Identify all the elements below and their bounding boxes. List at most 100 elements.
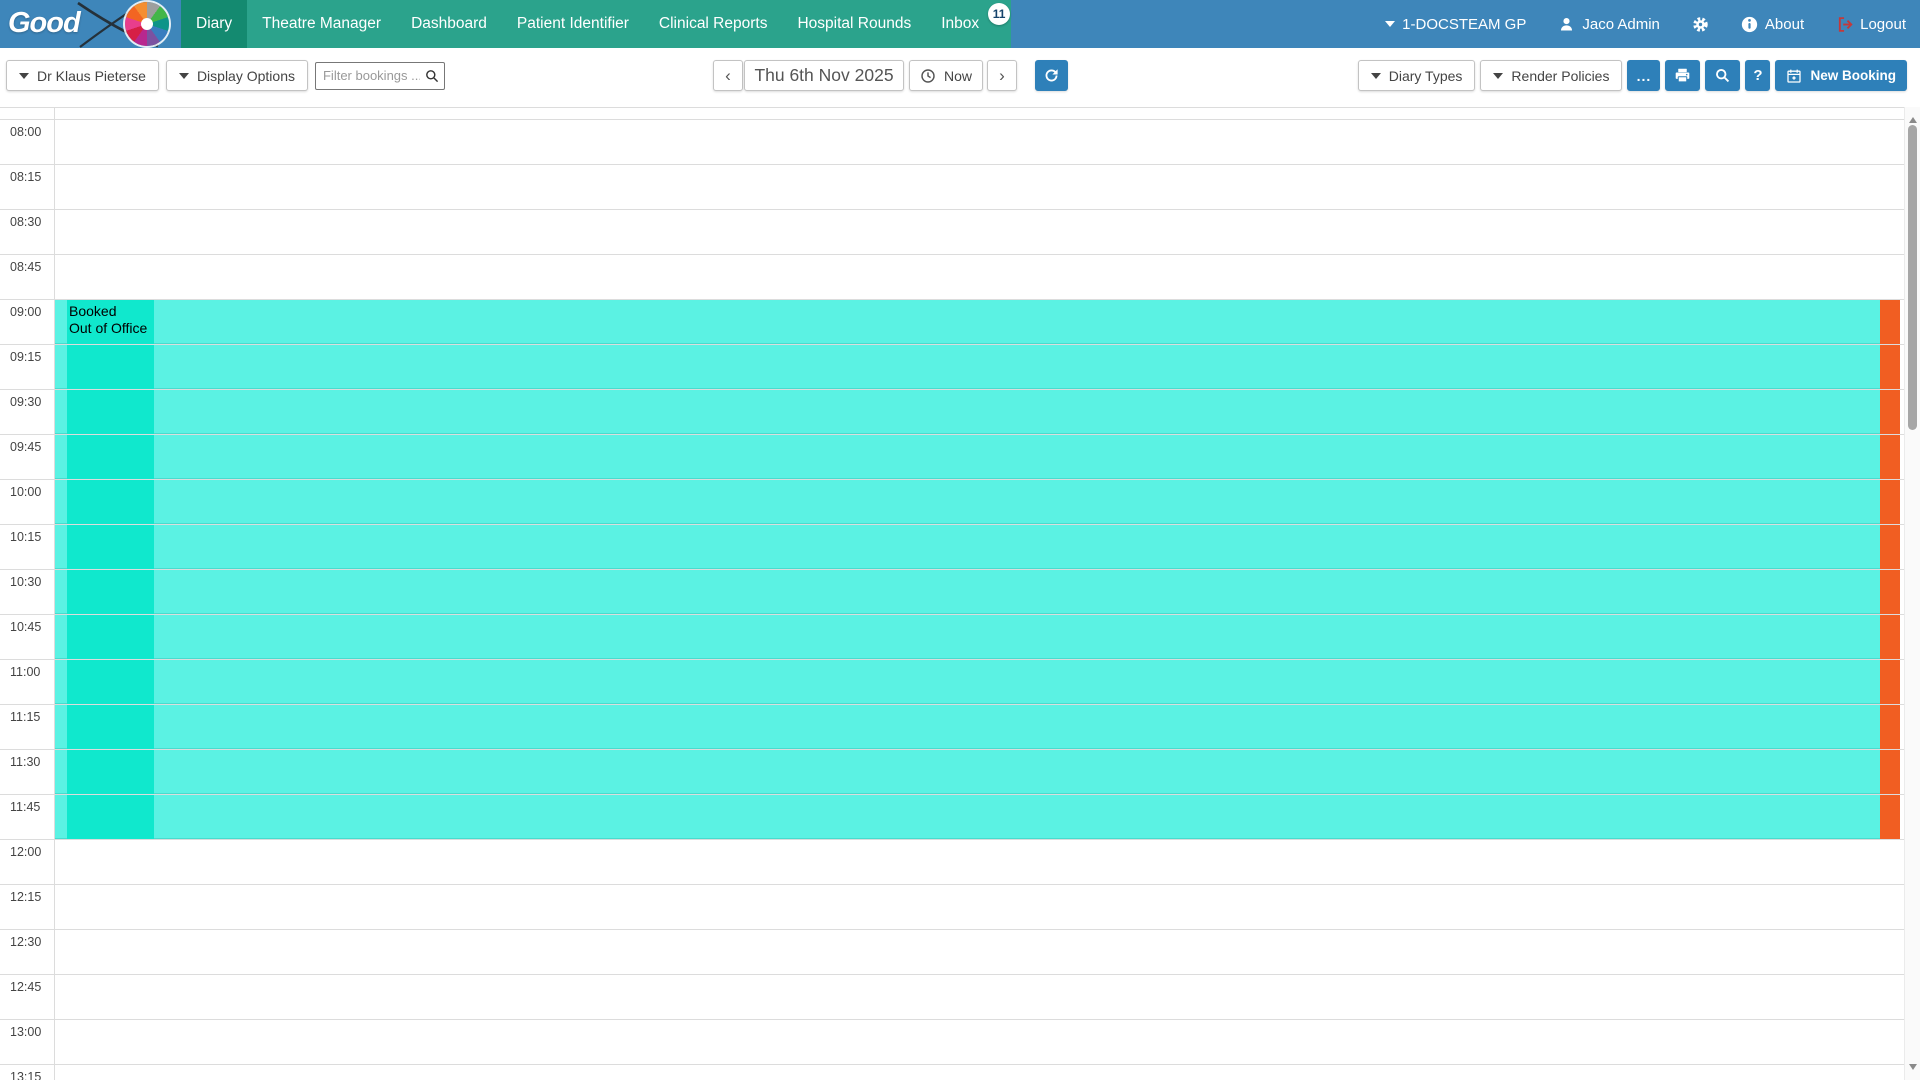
nav-item-inbox[interactable]: Inbox 11 — [926, 0, 994, 48]
printer-icon — [1674, 67, 1691, 84]
settings-button[interactable] — [1692, 16, 1709, 33]
chevron-down-icon — [179, 73, 189, 79]
gridline — [0, 299, 1904, 300]
gridline — [0, 389, 1904, 390]
user-icon — [1558, 16, 1575, 33]
chevron-down-icon — [19, 73, 29, 79]
search-button[interactable] — [1705, 60, 1740, 91]
time-label: 10:45 — [10, 620, 41, 634]
refresh-button[interactable] — [1035, 60, 1068, 91]
vertical-scrollbar[interactable] — [1904, 107, 1920, 1080]
time-label: 11:15 — [10, 710, 40, 724]
display-options-dropdown[interactable]: Display Options — [166, 60, 308, 91]
time-label: 09:45 — [10, 440, 41, 454]
new-booking-label: New Booking — [1810, 68, 1896, 83]
next-day-button[interactable]: › — [987, 60, 1017, 91]
time-label: 10:15 — [10, 530, 41, 544]
gridline — [0, 974, 1904, 975]
calendar-grid[interactable]: Booked Out of Office 08:0008:1508:3008:4… — [0, 107, 1904, 1080]
info-icon — [1741, 16, 1758, 33]
chevron-down-icon — [1493, 73, 1503, 79]
practice-selector[interactable]: 1-DOCSTEAM GP — [1385, 16, 1526, 33]
time-label: 13:15 — [10, 1070, 41, 1080]
toolbar-right-group: Diary Types Render Policies ... ? New Bo… — [1358, 60, 1907, 91]
gridline — [0, 614, 1904, 615]
calendar-plus-icon — [1786, 68, 1802, 84]
chevron-down-icon — [1385, 21, 1395, 27]
gridline — [0, 209, 1904, 210]
main-menu: Diary Theatre Manager Dashboard Patient … — [181, 0, 1011, 48]
gridline — [0, 479, 1904, 480]
search-icon — [424, 68, 440, 84]
user-menu[interactable]: Jaco Admin — [1558, 16, 1660, 33]
time-label: 09:15 — [10, 350, 41, 364]
gridline — [0, 164, 1904, 165]
provider-name: Dr Klaus Pieterse — [37, 68, 146, 84]
gear-icon — [1692, 16, 1709, 33]
render-policies-dropdown[interactable]: Render Policies — [1480, 60, 1622, 91]
nav-item-clinical-reports[interactable]: Clinical Reports — [644, 0, 783, 48]
diary-toolbar: Dr Klaus Pieterse Display Options ‹ Thu … — [0, 48, 1920, 107]
gridline — [0, 884, 1904, 885]
time-label: 08:45 — [10, 260, 41, 274]
diary-types-dropdown[interactable]: Diary Types — [1358, 60, 1476, 91]
chevron-down-icon — [1371, 73, 1381, 79]
time-label: 11:30 — [10, 755, 40, 769]
practice-name: 1-DOCSTEAM GP — [1402, 16, 1526, 33]
scroll-down-arrow-icon[interactable] — [1909, 1064, 1917, 1074]
logo-text: Good — [8, 7, 80, 40]
logout-icon — [1836, 16, 1853, 33]
time-label: 08:30 — [10, 215, 41, 229]
time-label: 08:15 — [10, 170, 41, 184]
gridline — [0, 1019, 1904, 1020]
time-label: 10:30 — [10, 575, 41, 589]
diary-types-label: Diary Types — [1389, 68, 1463, 84]
print-button[interactable] — [1665, 60, 1700, 91]
time-label: 12:00 — [10, 845, 41, 859]
gridline — [0, 524, 1904, 525]
filter-bookings — [315, 62, 445, 90]
gridline — [0, 839, 1904, 840]
provider-dropdown[interactable]: Dr Klaus Pieterse — [6, 60, 159, 91]
nav-item-theatre-manager[interactable]: Theatre Manager — [247, 0, 396, 48]
gridline — [0, 344, 1904, 345]
scrollbar-thumb[interactable] — [1908, 125, 1917, 430]
scroll-up-arrow-icon[interactable] — [1909, 113, 1917, 123]
nav-item-dashboard[interactable]: Dashboard — [396, 0, 502, 48]
nav-item-inbox-label: Inbox — [941, 15, 979, 32]
date-navigation: ‹ Thu 6th Nov 2025 Now › — [713, 60, 1068, 91]
color-wheel-icon — [125, 2, 169, 46]
inbox-count-badge: 11 — [988, 3, 1010, 25]
help-button[interactable]: ? — [1745, 60, 1770, 91]
render-policies-label: Render Policies — [1511, 68, 1609, 84]
nav-item-hospital-rounds[interactable]: Hospital Rounds — [782, 0, 926, 48]
gridline — [0, 569, 1904, 570]
gridline — [0, 1064, 1904, 1065]
date-field[interactable]: Thu 6th Nov 2025 — [744, 60, 904, 91]
time-label: 12:30 — [10, 935, 41, 949]
time-label: 12:45 — [10, 980, 41, 994]
more-options-button[interactable]: ... — [1627, 60, 1660, 91]
time-label: 09:30 — [10, 395, 41, 409]
previous-day-button[interactable]: ‹ — [713, 60, 743, 91]
time-label: 11:00 — [10, 665, 40, 679]
gridline — [0, 434, 1904, 435]
nav-item-patient-identifier[interactable]: Patient Identifier — [502, 0, 644, 48]
gridline — [0, 254, 1904, 255]
nav-item-diary[interactable]: Diary — [181, 0, 247, 48]
goodx-logo[interactable]: Good — [0, 0, 181, 48]
gridline — [0, 704, 1904, 705]
gridline — [0, 749, 1904, 750]
time-label: 12:15 — [10, 890, 41, 904]
time-label: 08:00 — [10, 125, 41, 139]
gridline — [0, 929, 1904, 930]
time-label: 11:45 — [10, 800, 40, 814]
display-options-label: Display Options — [197, 68, 295, 84]
time-label: 13:00 — [10, 1025, 41, 1039]
booking-reason: Out of Office — [69, 320, 152, 337]
toolbar-left-group: Dr Klaus Pieterse Display Options — [6, 60, 445, 91]
logout-button[interactable]: Logout — [1836, 16, 1906, 33]
about-button[interactable]: About — [1741, 16, 1804, 33]
now-button[interactable]: Now — [909, 60, 983, 91]
new-booking-button[interactable]: New Booking — [1775, 60, 1907, 91]
